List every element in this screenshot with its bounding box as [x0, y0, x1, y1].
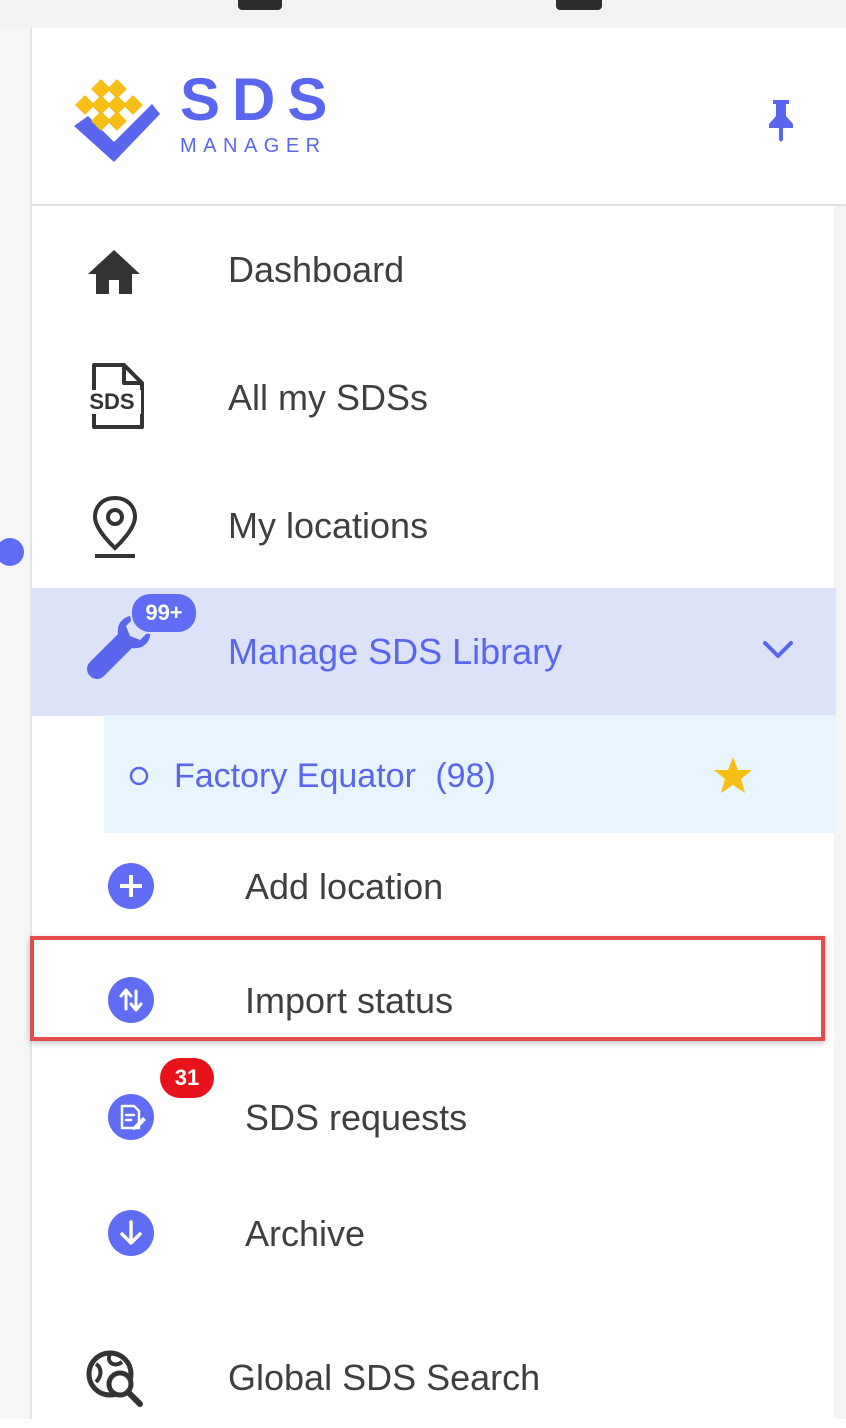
star-icon[interactable]	[712, 755, 754, 795]
sidebar-item-archive[interactable]: Archive	[32, 1178, 836, 1298]
pin-icon[interactable]	[765, 98, 797, 142]
sidebar-item-my-locations[interactable]: My locations	[32, 460, 836, 588]
browser-top-strip	[0, 0, 846, 28]
notification-badge: 31	[160, 1058, 214, 1098]
global-search-icon	[86, 1350, 143, 1407]
notification-badge: 99+	[130, 592, 198, 634]
edge-indicator	[0, 538, 24, 566]
top-tab-fragment	[238, 0, 282, 10]
sidebar-subitem-label: Factory Equator (98)	[174, 759, 496, 793]
sidebar-item-global-sds-search[interactable]: Global SDS Search	[32, 1318, 836, 1428]
sidebar-item-dashboard[interactable]: Dashboard	[32, 206, 836, 330]
logo-title: SDS	[180, 66, 340, 133]
svg-text:SDS: SDS	[89, 389, 134, 414]
home-icon	[88, 250, 140, 294]
sds-document-icon: SDS	[83, 363, 144, 429]
sidebar-item-label: Dashboard	[228, 249, 405, 290]
location-name: Factory Equator	[174, 757, 416, 795]
sidebar-item-label: Archive	[245, 1213, 366, 1254]
download-arrow-icon	[108, 1210, 154, 1256]
sidebar-subitem-factory-equator[interactable]: Factory Equator (98)	[104, 715, 836, 833]
top-tab-fragment	[556, 0, 602, 10]
edit-document-icon	[108, 1094, 154, 1140]
sidebar-item-label: All my SDSs	[228, 377, 429, 418]
sidebar-item-sds-requests[interactable]: 31 SDS requests	[32, 1058, 836, 1178]
highlight-box	[30, 936, 825, 1041]
sds-logo-icon	[74, 79, 160, 162]
logo-subtitle: MANAGER	[180, 135, 327, 157]
radio-circle-icon	[129, 766, 149, 786]
sidebar-header: SDS MANAGER	[32, 28, 846, 206]
plus-circle-icon	[108, 863, 154, 909]
sidebar-item-all-sds[interactable]: SDS All my SDSs	[32, 332, 836, 460]
sidebar-item-label: SDS requests	[245, 1097, 468, 1138]
sidebar: SDS MANAGER Dashboard SDS All my SDSs My…	[30, 28, 846, 1419]
sidebar-item-label: Manage SDS Library	[228, 631, 563, 672]
left-background-panel	[0, 28, 30, 1419]
sidebar-item-label: Global SDS Search	[228, 1357, 541, 1398]
sidebar-item-label: Add location	[245, 866, 444, 907]
sidebar-item-manage-sds-library[interactable]: 99+ Manage SDS Library	[32, 588, 836, 716]
sidebar-item-add-location[interactable]: Add location	[32, 833, 836, 941]
sidebar-item-label: My locations	[228, 505, 429, 546]
location-pin-icon	[92, 495, 138, 558]
location-count: (98)	[435, 757, 496, 795]
chevron-down-icon[interactable]	[762, 640, 794, 660]
